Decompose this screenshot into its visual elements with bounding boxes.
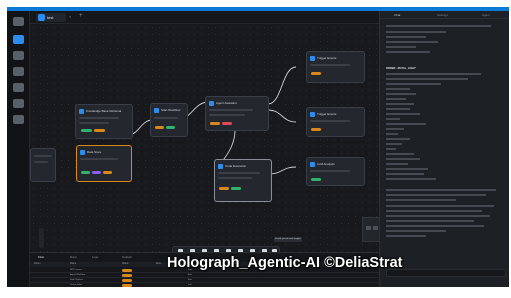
node-title: Trigger Events xyxy=(317,56,337,60)
bolt-icon xyxy=(310,111,315,117)
sparkle-icon xyxy=(310,161,315,167)
status-badge xyxy=(122,284,132,287)
chat-input[interactable] xyxy=(386,269,506,277)
workflow-node[interactable]: Code Execution xyxy=(214,159,272,202)
panel-heading: ORDER - ROYAL_LIGHT xyxy=(386,67,416,70)
node-title: Agent Assistant xyxy=(216,101,237,105)
status-badge xyxy=(122,269,132,272)
tooltip: Enable pinned mode (toggle) xyxy=(274,237,302,242)
column-header: Status xyxy=(122,263,129,265)
row-name: Vector Index xyxy=(70,284,83,286)
right-panel: Chat Settings Agent ORDER - ROYAL_LIGHT xyxy=(379,11,509,287)
row-name: Agent Workflow xyxy=(70,274,86,276)
database-icon xyxy=(79,108,84,114)
graph-icon[interactable] xyxy=(13,83,24,92)
node-title: Data Store xyxy=(87,150,102,154)
panel-tabs: Chat Settings Agent xyxy=(380,11,509,19)
robot-icon xyxy=(209,100,214,106)
row-name: Data Pipeline xyxy=(70,279,84,281)
workflow-node[interactable]: Trigger Events xyxy=(306,107,365,137)
tab-flow[interactable]: Flow xyxy=(38,255,44,259)
tab-agent[interactable]: Agent xyxy=(482,13,490,17)
node-title: LLM Analysis xyxy=(317,162,335,166)
bolt-icon xyxy=(310,55,315,61)
workflow-node[interactable]: Trigger Events xyxy=(306,51,365,83)
workflow-node[interactable]: Agent Assistant xyxy=(205,96,269,131)
status-badge xyxy=(122,274,132,277)
workflow-node[interactable] xyxy=(30,148,56,182)
workflow-node[interactable]: LLM Analysis xyxy=(306,157,365,186)
zoom-controls[interactable] xyxy=(39,228,44,248)
table-row[interactable]: Vector Index tool xyxy=(30,283,379,287)
tab-strip: test × + xyxy=(30,11,379,24)
tab-runs[interactable]: Runs xyxy=(70,255,77,259)
node-title: Start Workflow xyxy=(161,108,181,112)
workflow-node[interactable]: Knowledge Base Retrieval xyxy=(75,104,133,139)
node-title: Knowledge Base Retrieval xyxy=(86,109,122,113)
app-logo-icon xyxy=(38,14,45,21)
workflow-canvas[interactable]: Knowledge Base Retrieval Start Workflow … xyxy=(30,24,402,262)
tab-logs[interactable]: Logs xyxy=(92,255,98,259)
wire xyxy=(130,119,153,135)
settings-icon[interactable] xyxy=(13,99,24,108)
wire xyxy=(268,166,297,175)
wire xyxy=(267,66,297,105)
status-badge xyxy=(122,279,132,282)
workflow-node[interactable]: Data Store xyxy=(76,145,132,182)
column-header: Action xyxy=(34,263,41,265)
tab-chat[interactable]: Chat xyxy=(394,13,400,17)
column-header: Runs xyxy=(156,263,162,265)
database-icon xyxy=(80,149,85,155)
wire xyxy=(267,109,297,123)
app-window: test × + Knowledge Base Retrieval Start … xyxy=(7,7,509,287)
watermark-text: Holograph_Agentic-AI ©DeliaStrat xyxy=(167,255,403,271)
play-icon xyxy=(154,107,159,113)
node-title: Trigger Events xyxy=(317,112,337,116)
column-header: Name xyxy=(70,263,77,265)
new-tab-button[interactable]: + xyxy=(79,13,83,19)
row-type: flow xyxy=(188,274,192,276)
left-nav xyxy=(7,11,30,287)
workflow-node[interactable]: Start Workflow xyxy=(150,103,188,137)
row-type: tool xyxy=(188,284,192,286)
code-icon xyxy=(218,163,223,169)
workflow-icon[interactable] xyxy=(13,35,24,44)
row-name: MCP server xyxy=(70,269,82,271)
tab-test[interactable]: test xyxy=(36,13,66,22)
tab-settings[interactable]: Settings xyxy=(437,13,448,17)
row-type: flow xyxy=(188,279,192,281)
tab-outputs[interactable]: Outputs xyxy=(122,255,132,259)
tab-close-icon[interactable]: × xyxy=(69,14,71,19)
tab-label: test xyxy=(47,15,54,20)
node-title: Code Execution xyxy=(225,164,247,168)
apps-icon[interactable] xyxy=(13,115,24,124)
agent-icon[interactable] xyxy=(13,51,24,60)
home-icon[interactable] xyxy=(13,17,24,26)
tools-icon[interactable] xyxy=(13,67,24,76)
